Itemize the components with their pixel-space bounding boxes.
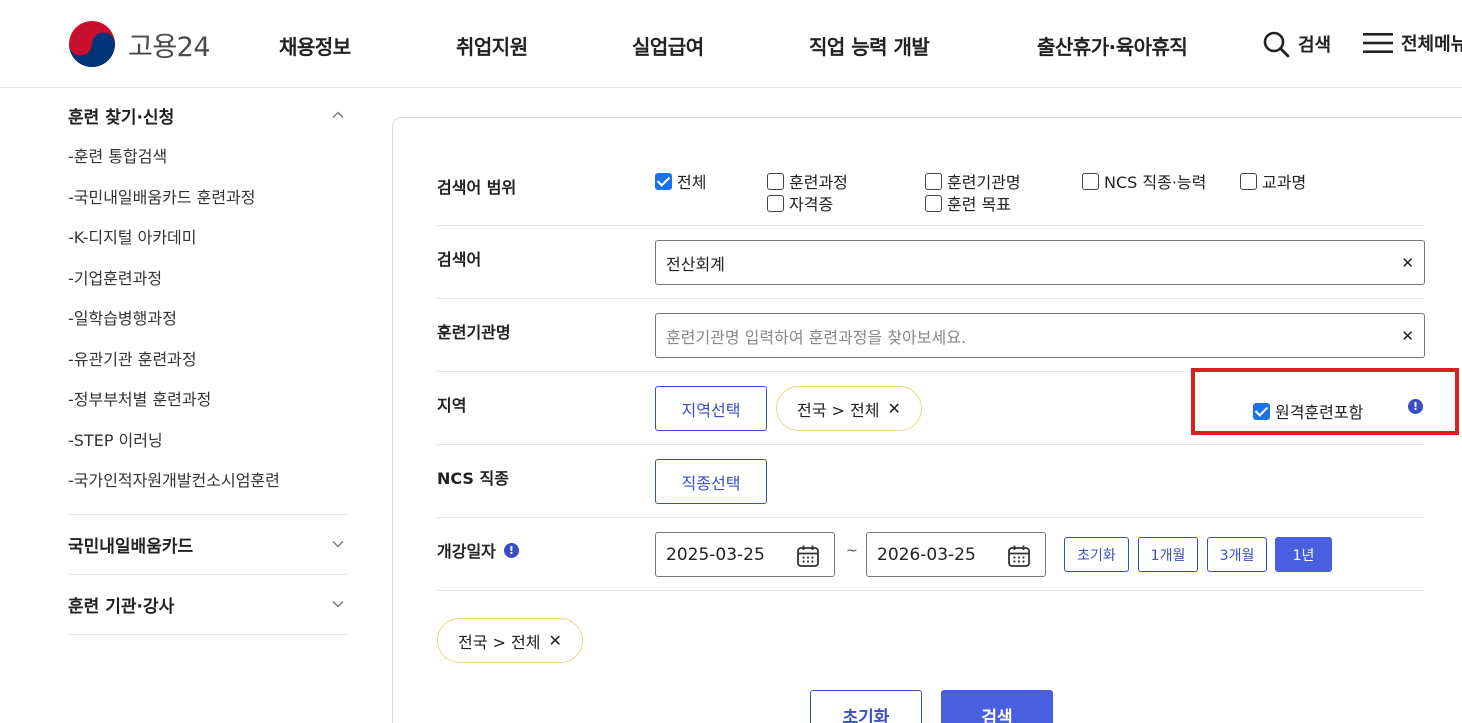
sidebar-group-title: 국민내일배움카드 <box>68 536 194 557</box>
sidebar-item-consortium-training[interactable]: -국가인적자원개발컨소시엄훈련 <box>68 459 348 500</box>
remove-region-icon[interactable]: ✕ <box>887 399 900 418</box>
sidebar: 훈련 찾기·신청 -훈련 통합검색 -국민내일배움카드 훈련과정 -K-디지털 … <box>68 88 348 635</box>
all-menu-button[interactable]: 전체메뉴 <box>1363 30 1462 56</box>
gnb-menu-employment-support[interactable]: 취업지원 <box>456 31 528 60</box>
keyword-value: 전산회계 <box>666 254 725 274</box>
scope-option-subject[interactable]: 교과명 <box>1240 169 1306 193</box>
gnb-menu-jobs[interactable]: 채용정보 <box>279 31 351 60</box>
search-button[interactable]: 검색 <box>941 690 1053 723</box>
scope-option-label: 훈련과정 <box>789 173 848 192</box>
clear-institution-icon[interactable]: ✕ <box>1401 327 1414 345</box>
start-date-value: 2025-03-25 <box>666 544 765 565</box>
start-date-label: 개강일자 <box>437 542 496 561</box>
period-reset-button[interactable]: 초기화 <box>1064 537 1129 572</box>
sidebar-item-company-training[interactable]: -기업훈련과정 <box>68 257 348 298</box>
scope-institution-checkbox[interactable] <box>925 172 942 190</box>
scope-option-label: 전체 <box>677 173 707 192</box>
region-label: 지역 <box>437 396 467 415</box>
gnb-menu-vocational-training[interactable]: 직업 능력 개발 <box>809 31 930 60</box>
sidebar-item-related-institutions[interactable]: -유관기관 훈련과정 <box>68 338 348 379</box>
sidebar-submenu: -훈련 통합검색 -국민내일배움카드 훈련과정 -K-디지털 아카데미 -기업훈… <box>68 135 348 500</box>
site-logo[interactable]: 고용24 <box>68 20 211 68</box>
scope-option-certificate[interactable]: 자격증 <box>767 191 833 215</box>
gnb-menu-unemployment-benefit[interactable]: 실업급여 <box>632 31 704 60</box>
sidebar-group-naeil-card[interactable]: 국민내일배움카드 <box>68 515 348 574</box>
logo-text: 고용24 <box>128 31 211 63</box>
calendar-icon[interactable] <box>1007 544 1031 568</box>
ncs-select-button[interactable]: 직종선택 <box>655 459 767 504</box>
start-date-input[interactable]: 2025-03-25 <box>655 532 835 577</box>
scope-subject-checkbox[interactable] <box>1240 172 1257 190</box>
scope-ncs-checkbox[interactable] <box>1082 172 1099 190</box>
scope-option-goal[interactable]: 훈련 목표 <box>925 191 1011 215</box>
sidebar-item-step-elearning[interactable]: -STEP 이러닝 <box>68 419 348 460</box>
start-date-label-row: 개강일자 ! <box>437 538 519 562</box>
end-date-value: 2026-03-25 <box>877 544 976 565</box>
sidebar-group-title: 훈련 찾기·신청 <box>68 107 175 128</box>
all-menu-label: 전체메뉴 <box>1401 34 1462 55</box>
taegeuk-logo-icon <box>69 21 115 67</box>
clear-keyword-icon[interactable]: ✕ <box>1401 254 1414 272</box>
end-date-input[interactable]: 2026-03-25 <box>866 532 1046 577</box>
scope-option-label: 훈련기관명 <box>947 173 1021 192</box>
scope-option-ncs[interactable]: NCS 직종·능력 <box>1082 169 1206 193</box>
gnb-menu-maternity-leave[interactable]: 출산휴가·육아휴직 <box>1037 31 1188 60</box>
keyword-input[interactable]: 전산회계 ✕ <box>655 240 1425 285</box>
scope-course-checkbox[interactable] <box>767 172 784 190</box>
remove-filter-icon[interactable]: ✕ <box>548 631 561 650</box>
row-divider <box>437 225 1425 226</box>
reset-button[interactable]: 초기화 <box>810 690 922 723</box>
ncs-label: NCS 직종 <box>437 469 509 488</box>
period-1-year-button[interactable]: 1년 <box>1275 537 1332 572</box>
row-divider <box>437 298 1425 299</box>
header-search-button[interactable]: 검색 <box>1262 30 1331 58</box>
scope-label: 검색어 범위 <box>437 178 517 197</box>
global-header: 고용24 채용정보 취업지원 실업급여 직업 능력 개발 출산휴가·육아휴직 검… <box>0 0 1462 88</box>
region-chip[interactable]: 전국 > 전체 ✕ <box>776 386 922 431</box>
scope-option-institution[interactable]: 훈련기관명 <box>925 169 1021 193</box>
scope-option-label: 교과명 <box>1262 173 1307 192</box>
scope-option-label: 자격증 <box>789 195 834 214</box>
search-icon <box>1263 31 1290 58</box>
chevron-down-icon <box>332 601 344 608</box>
sidebar-item-naeil-card-courses[interactable]: -국민내일배움카드 훈련과정 <box>68 176 348 217</box>
selected-filter-chip[interactable]: 전국 > 전체 ✕ <box>437 618 583 663</box>
scope-goal-checkbox[interactable] <box>925 194 942 212</box>
hamburger-icon <box>1363 33 1393 53</box>
row-divider <box>437 444 1425 445</box>
region-select-button[interactable]: 지역선택 <box>655 386 767 431</box>
region-chip-label: 전국 > 전체 <box>797 400 880 420</box>
row-divider <box>437 517 1425 518</box>
sidebar-divider <box>68 633 348 635</box>
highlight-box <box>1191 368 1459 435</box>
date-range-separator: ~ <box>846 543 858 559</box>
calendar-icon[interactable] <box>796 544 820 568</box>
sidebar-item-k-digital-academy[interactable]: -K-디지털 아카데미 <box>68 216 348 257</box>
institution-placeholder: 훈련기관명 입력하여 훈련과정을 찾아보세요. <box>666 327 967 347</box>
scope-option-course[interactable]: 훈련과정 <box>767 169 848 193</box>
header-search-label: 검색 <box>1298 35 1332 56</box>
sidebar-item-government-ministries[interactable]: -정부부처별 훈련과정 <box>68 378 348 419</box>
sidebar-item-work-study[interactable]: -일학습병행과정 <box>68 297 348 338</box>
institution-input[interactable]: 훈련기관명 입력하여 훈련과정을 찾아보세요. ✕ <box>655 313 1425 358</box>
row-divider <box>437 590 1425 591</box>
scope-option-all[interactable]: 전체 <box>655 169 706 193</box>
scope-option-label: NCS 직종·능력 <box>1104 173 1207 192</box>
scope-option-label: 훈련 목표 <box>947 195 1011 214</box>
chevron-up-icon <box>332 111 344 118</box>
keyword-label: 검색어 <box>437 250 482 269</box>
period-1-month-button[interactable]: 1개월 <box>1138 537 1198 572</box>
date-info-icon[interactable]: ! <box>503 542 519 558</box>
period-3-months-button[interactable]: 3개월 <box>1207 537 1267 572</box>
sidebar-group-title: 훈련 기관·강사 <box>68 596 175 617</box>
institution-label: 훈련기관명 <box>437 323 511 342</box>
chevron-down-icon <box>332 541 344 548</box>
sidebar-group-training-search[interactable]: 훈련 찾기·신청 <box>68 88 348 142</box>
sidebar-group-institutions-instructors[interactable]: 훈련 기관·강사 <box>68 575 348 634</box>
scope-all-checkbox[interactable] <box>655 172 672 190</box>
selected-filter-label: 전국 > 전체 <box>458 632 541 652</box>
scope-certificate-checkbox[interactable] <box>767 194 784 212</box>
